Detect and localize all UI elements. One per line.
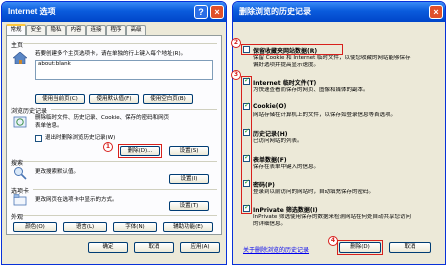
options-tab-strip: 常规 安全 隐私 内容 连接 程序 高级 bbox=[6, 24, 222, 35]
delete-button-highlight bbox=[118, 144, 162, 158]
confirm-delete-highlight bbox=[337, 240, 383, 255]
apply-button[interactable]: 应用(A) bbox=[180, 242, 220, 253]
delete-history-window: 删除浏览的历史记录 × 保留收藏夹网站数据(R) 保留 Cookie 和 Int… bbox=[232, 1, 446, 265]
cancel-button[interactable]: 取消 bbox=[134, 242, 174, 253]
appearance-divider bbox=[23, 215, 217, 216]
delete-on-exit-checkbox[interactable] bbox=[35, 135, 42, 142]
tab-connections[interactable]: 连接 bbox=[86, 25, 106, 35]
tab-programs[interactable]: 程序 bbox=[106, 25, 126, 35]
history-desc: 已访问网站的列表。 bbox=[253, 138, 303, 144]
home-url-field[interactable]: about:blank bbox=[35, 60, 213, 80]
temp-files-title: Internet 临时文件(T) bbox=[253, 80, 317, 87]
colors-button[interactable]: 颜色(O) bbox=[13, 222, 57, 232]
form-data-title: 表单数据(F) bbox=[253, 157, 287, 164]
search-description: 更改搜索默认值。 bbox=[35, 169, 80, 175]
ok-button[interactable]: 确定 bbox=[88, 242, 128, 253]
delete-on-exit-label: 退出时删除浏览历史记录(W) bbox=[45, 135, 116, 141]
tabs-description: 更改网页在选项卡中显示的方式。 bbox=[35, 197, 118, 203]
options-title-bar: Internet 选项 ? × bbox=[2, 2, 226, 22]
delete-title: 删除浏览的历史记录 bbox=[239, 7, 311, 16]
inprivate-title: InPrivate 筛选数据(I) bbox=[253, 207, 318, 214]
passwords-desc: 登录到以前访问的网站时，自动填充保存的密码。 bbox=[253, 189, 375, 195]
tabs-divider bbox=[33, 189, 217, 190]
temp-files-desc: 为快速查看而保存的网页、图像和媒体的副本。 bbox=[253, 87, 369, 93]
home-description: 若要创建多个主页选项卡，请在单独的行上键入每个地址(R)。 bbox=[35, 51, 187, 57]
preserve-favorites-desc2: 偏好选项并提高显示速度。 bbox=[253, 62, 320, 68]
home-url-text: about:blank bbox=[38, 61, 71, 67]
history-description-line2: 表单信息。 bbox=[35, 123, 63, 129]
appearance-group-label: 外观 bbox=[11, 214, 24, 221]
annotation-3: 3 bbox=[231, 70, 241, 80]
use-blank-button[interactable]: 使用空白页(B) bbox=[143, 94, 193, 104]
preserve-favorites-desc: 保留 Cookie 和 Internet 临时文件，以使您收藏的网站能够保存 bbox=[253, 55, 411, 61]
tab-security[interactable]: 安全 bbox=[26, 25, 46, 35]
history-divider bbox=[51, 109, 217, 110]
options-title: Internet 选项 bbox=[8, 7, 56, 16]
use-current-button[interactable]: 使用当前页(C) bbox=[35, 94, 85, 104]
house-icon bbox=[13, 52, 27, 64]
tabs-settings-button[interactable]: 设置(T) bbox=[169, 201, 209, 211]
annotation-2: 2 bbox=[231, 38, 241, 48]
tab-content[interactable]: 内容 bbox=[66, 25, 86, 35]
tab-privacy[interactable]: 隐私 bbox=[46, 25, 66, 35]
search-icon bbox=[14, 167, 27, 180]
passwords-title: 密码(P) bbox=[253, 182, 275, 189]
fonts-button[interactable]: 字体(N) bbox=[113, 222, 157, 232]
general-tab-panel: 主页 若要创建多个主页选项卡，请在单独的行上键入每个地址(R)。 about:b… bbox=[6, 35, 222, 235]
home-group-label: 主页 bbox=[11, 42, 24, 49]
form-data-desc: 保存在表单中键入的信息。 bbox=[253, 164, 320, 170]
close-button[interactable]: × bbox=[210, 5, 224, 19]
tab-advanced[interactable]: 高级 bbox=[126, 25, 146, 35]
languages-button[interactable]: 语言(L) bbox=[63, 222, 107, 232]
search-divider bbox=[23, 161, 217, 162]
history-icon bbox=[13, 116, 27, 128]
delete-title-bar: 删除浏览的历史记录 × bbox=[233, 2, 445, 22]
inprivate-desc: InPrivate 筛选使用保存的数据来检测网站在何处自动共享您访问 bbox=[253, 214, 412, 220]
tab-general[interactable]: 常规 bbox=[6, 24, 26, 35]
inprivate-desc2: 的详细信息。 bbox=[253, 221, 287, 227]
annotation-1: 1 bbox=[103, 142, 113, 152]
use-default-button[interactable]: 使用默认值(F) bbox=[89, 94, 139, 104]
preserve-favorites-highlight bbox=[241, 44, 343, 55]
history-description-line1: 删除临时文件、历史记录、Cookie、保存的密码和网页 bbox=[35, 115, 170, 121]
cookies-desc: 网站存储在计算机上的文件，以保存如登录信息等首选项。 bbox=[253, 112, 397, 118]
annotation-4: 4 bbox=[328, 236, 338, 246]
delete-cancel-button[interactable]: 取消 bbox=[389, 242, 431, 253]
history-title: 历史记录(H) bbox=[253, 131, 288, 138]
accessibility-button[interactable]: 辅助功能(E) bbox=[163, 222, 213, 232]
help-button[interactable]: ? bbox=[194, 5, 208, 19]
delete-close-button[interactable]: × bbox=[429, 5, 443, 19]
about-delete-history-link[interactable]: 关于删除浏览的历史记录 bbox=[243, 245, 309, 254]
internet-options-window: Internet 选项 ? × 常规 安全 隐私 内容 连接 程序 高级 主页 … bbox=[1, 1, 227, 265]
cookies-title: Cookie(O) bbox=[253, 103, 287, 110]
checkboxes-highlight bbox=[241, 76, 252, 214]
tabs-icon bbox=[13, 194, 27, 206]
search-settings-button[interactable]: 设置(I) bbox=[169, 174, 209, 184]
home-divider bbox=[23, 43, 217, 44]
history-settings-button[interactable]: 设置(S) bbox=[169, 146, 209, 156]
